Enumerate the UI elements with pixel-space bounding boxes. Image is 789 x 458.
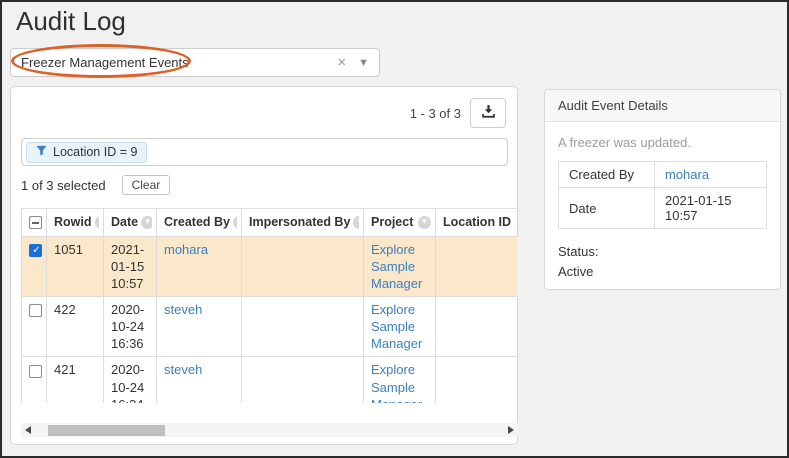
- chevron-down-icon[interactable]: ▼: [358, 57, 369, 69]
- created-by-link[interactable]: steveh: [164, 302, 202, 317]
- cell-impersonated-by: [242, 236, 364, 296]
- event-type-select[interactable]: Freezer Management Events × ▼: [10, 48, 380, 77]
- table-row[interactable]: ✓ 1051 2021-01-15 10:57 mohara Explore S…: [22, 236, 519, 296]
- scroll-left-button[interactable]: [21, 423, 35, 437]
- created-by-link[interactable]: mohara: [665, 167, 709, 182]
- cell-location-id: [436, 357, 519, 403]
- details-row: Date 2021-01-15 10:57: [559, 188, 767, 229]
- row-checkbox[interactable]: [29, 365, 42, 378]
- select-all-checkbox[interactable]: [29, 216, 42, 229]
- column-menu-icon[interactable]: ▼: [141, 216, 152, 229]
- filter-chip-label: Location ID = 9: [53, 145, 137, 159]
- filter-chip[interactable]: Location ID = 9: [26, 142, 147, 163]
- clear-selection-button[interactable]: Clear: [122, 175, 171, 195]
- scroll-right-icon: [508, 426, 514, 434]
- column-header-rowid: Rowid: [54, 214, 92, 231]
- column-header-location-id: Location ID: [443, 214, 511, 231]
- project-link[interactable]: Explore Sample Manager: [371, 362, 422, 403]
- details-label: Created By: [559, 162, 655, 188]
- details-panel-title: Audit Event Details: [545, 90, 780, 122]
- column-menu-icon[interactable]: ▼: [353, 216, 359, 229]
- table-row[interactable]: 421 2020-10-24 16:34 steveh Explore Samp…: [22, 357, 519, 403]
- cell-date: 2020-10-24 16:34: [104, 357, 157, 403]
- details-label: Date: [559, 188, 655, 229]
- cell-rowid: 421: [47, 357, 104, 403]
- audit-grid-panel: 1 - 3 of 3 Location ID = 9: [10, 86, 518, 445]
- project-link[interactable]: Explore Sample Manager: [371, 302, 422, 351]
- column-header-created-by: Created By: [164, 214, 230, 231]
- download-icon: [481, 104, 496, 122]
- selection-row: 1 of 3 selected Clear: [21, 175, 170, 195]
- event-details-table: Created By mohara Date 2021-01-15 10:57: [558, 161, 767, 229]
- cell-date: 2021-01-15 10:57: [104, 236, 157, 296]
- cell-impersonated-by: [242, 296, 364, 356]
- audit-table: Rowid▼ Date▼ Created By▼ Impersonated By…: [21, 208, 518, 403]
- status-block: Status: Active: [558, 242, 767, 282]
- page-title: Audit Log: [16, 6, 126, 37]
- created-by-link[interactable]: mohara: [164, 242, 208, 257]
- cell-date: 2020-10-24 16:36: [104, 296, 157, 356]
- scrollbar-track[interactable]: [35, 423, 504, 437]
- export-button[interactable]: [470, 98, 506, 128]
- table-header-row: Rowid▼ Date▼ Created By▼ Impersonated By…: [22, 209, 519, 237]
- selection-status: 1 of 3 selected: [21, 178, 106, 193]
- filter-funnel-icon: [36, 145, 47, 159]
- cell-rowid: 422: [47, 296, 104, 356]
- filter-bar[interactable]: Location ID = 9: [21, 138, 508, 166]
- column-menu-icon[interactable]: ▼: [233, 216, 237, 229]
- scroll-left-icon: [25, 426, 31, 434]
- app-window: Audit Log Freezer Management Events × ▼ …: [0, 0, 789, 458]
- event-type-selected-value: Freezer Management Events: [21, 55, 337, 70]
- pagination-label: 1 - 3 of 3: [410, 106, 461, 121]
- scroll-right-button[interactable]: [504, 423, 518, 437]
- column-header-date: Date: [111, 214, 138, 231]
- audit-event-details-panel: Audit Event Details A freezer was update…: [544, 89, 781, 290]
- created-by-link[interactable]: steveh: [164, 362, 202, 377]
- status-label: Status:: [558, 242, 767, 262]
- horizontal-scrollbar[interactable]: [21, 423, 518, 437]
- row-checkbox[interactable]: [29, 304, 42, 317]
- event-summary: A freezer was updated.: [558, 135, 767, 150]
- status-value: Active: [558, 262, 767, 282]
- cell-location-id: [436, 296, 519, 356]
- clear-select-icon[interactable]: ×: [337, 54, 346, 71]
- cell-impersonated-by: [242, 357, 364, 403]
- details-row: Created By mohara: [559, 162, 767, 188]
- scrollbar-thumb[interactable]: [48, 425, 165, 436]
- details-value: 2021-01-15 10:57: [655, 188, 767, 229]
- column-header-project: Project: [371, 214, 413, 231]
- column-header-impersonated-by: Impersonated By: [249, 214, 350, 231]
- details-panel-body: A freezer was updated. Created By mohara…: [545, 122, 780, 295]
- cell-rowid: 1051: [47, 236, 104, 296]
- column-menu-icon[interactable]: ▼: [418, 216, 431, 229]
- column-menu-icon[interactable]: ▼: [95, 216, 100, 229]
- table-row[interactable]: 422 2020-10-24 16:36 steveh Explore Samp…: [22, 296, 519, 356]
- project-link[interactable]: Explore Sample Manager: [371, 242, 422, 291]
- row-checkbox[interactable]: ✓: [29, 244, 42, 257]
- audit-table-container: Rowid▼ Date▼ Created By▼ Impersonated By…: [21, 208, 518, 403]
- cell-location-id: [436, 236, 519, 296]
